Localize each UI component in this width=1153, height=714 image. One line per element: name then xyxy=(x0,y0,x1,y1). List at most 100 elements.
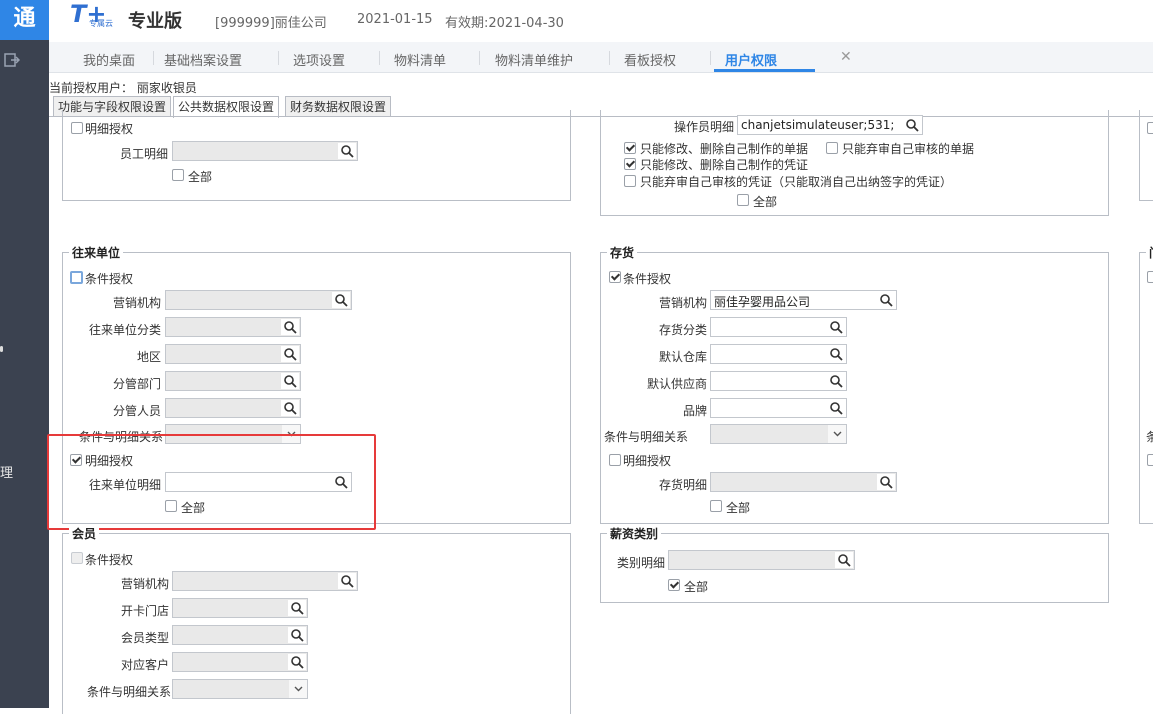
partner-class-field[interactable] xyxy=(165,317,301,337)
partner-region-label: 地区 xyxy=(136,350,161,364)
employee-detail-label: 员工明细 xyxy=(119,147,168,161)
operator-detail-value: chanjetsimulateuser;531; xyxy=(741,118,895,132)
search-icon[interactable] xyxy=(877,292,895,308)
member-card-store-field[interactable] xyxy=(172,598,308,618)
op-modify-own-docs-checkbox[interactable] xyxy=(624,142,636,154)
partner-region-field[interactable] xyxy=(165,344,301,364)
exit-icon[interactable] xyxy=(4,52,22,70)
tab-kanban-auth[interactable]: 看板授权 xyxy=(624,50,676,69)
member-sales-org-field[interactable] xyxy=(172,571,358,591)
partner-staff-field[interactable] xyxy=(165,398,301,418)
inventory-detail-auth-checkbox[interactable] xyxy=(609,454,621,466)
search-icon[interactable] xyxy=(338,573,356,589)
search-icon[interactable] xyxy=(835,552,853,568)
member-type-field[interactable] xyxy=(172,625,308,645)
operator-all-label: 全部 xyxy=(753,195,778,209)
inventory-detail-field[interactable] xyxy=(710,472,897,492)
search-icon[interactable] xyxy=(877,474,895,490)
partner-class-label: 往来单位分类 xyxy=(88,323,161,337)
search-icon[interactable] xyxy=(281,400,299,416)
app-logo[interactable]: 通 xyxy=(0,0,49,40)
tab-bom-maintenance[interactable]: 物料清单维护 xyxy=(495,50,573,69)
inventory-cond-auth-label: 条件授权 xyxy=(623,272,672,286)
member-type-label: 会员类型 xyxy=(120,631,169,645)
inventory-class-label: 存货分类 xyxy=(658,323,707,337)
op-modify-own-vouchers-checkbox[interactable] xyxy=(624,158,636,170)
partner-group-title: 往来单位 xyxy=(69,244,124,261)
salary-class-detail-label: 类别明细 xyxy=(616,556,665,570)
inventory-relation-select[interactable] xyxy=(710,424,847,444)
tab-bom[interactable]: 物料清单 xyxy=(394,50,446,69)
member-customer-field[interactable] xyxy=(172,652,308,672)
member-group-title: 会员 xyxy=(69,525,100,542)
salary-class-detail-field[interactable] xyxy=(668,550,855,570)
partner-sales-org-field[interactable] xyxy=(165,290,352,310)
member-cond-auth-checkbox[interactable] xyxy=(71,552,83,564)
operator-detail-label: 操作员明细 xyxy=(673,120,734,134)
employee-detail-auth-checkbox[interactable] xyxy=(71,122,83,134)
search-icon[interactable] xyxy=(338,143,356,159)
inventory-default-supplier-field[interactable] xyxy=(710,371,847,391)
inventory-default-wh-label: 默认仓库 xyxy=(658,350,707,364)
op-unapprove-own-docs-checkbox[interactable] xyxy=(826,142,838,154)
chevron-down-icon[interactable] xyxy=(289,680,307,698)
inventory-cond-auth-checkbox[interactable] xyxy=(609,271,621,283)
search-icon[interactable] xyxy=(332,292,350,308)
search-icon[interactable] xyxy=(281,346,299,362)
inventory-group-title: 存货 xyxy=(607,244,638,261)
tab-my-desktop[interactable]: 我的桌面 xyxy=(83,50,135,69)
tab-separator xyxy=(153,51,154,65)
tab-bar: 我的桌面 基础档案设置 选项设置 物料清单 物料清单维护 看板授权 用户权限 ✕ xyxy=(49,42,1153,73)
inventory-sales-org-field[interactable]: 丽佳孕婴用品公司 xyxy=(710,290,897,310)
tab-separator xyxy=(710,51,711,65)
tab-separator xyxy=(278,51,279,65)
employee-detail-field[interactable] xyxy=(172,141,358,161)
brand-name: 专业版 xyxy=(128,11,182,32)
operator-all-checkbox[interactable] xyxy=(737,194,749,206)
inventory-default-supplier-label: 默认供应商 xyxy=(646,377,707,391)
search-icon[interactable] xyxy=(288,627,306,643)
search-icon[interactable] xyxy=(827,319,845,335)
tab-separator xyxy=(379,51,380,65)
inventory-relation-label: 条件与明细关系 xyxy=(604,430,689,444)
search-icon[interactable] xyxy=(288,654,306,670)
search-icon[interactable] xyxy=(281,373,299,389)
highlight-annotation xyxy=(47,434,376,530)
inventory-default-wh-field[interactable] xyxy=(710,344,847,364)
active-tab-indicator xyxy=(714,69,815,72)
tab-close-icon[interactable]: ✕ xyxy=(840,49,852,65)
sidebar-item-label[interactable]: 理 xyxy=(0,462,13,481)
partner-dept-field[interactable] xyxy=(165,371,301,391)
tab-basic-archive[interactable]: 基础档案设置 xyxy=(164,50,242,69)
search-icon[interactable] xyxy=(827,400,845,416)
partner-dept-label: 分管部门 xyxy=(112,377,161,391)
right-partial-checkbox[interactable] xyxy=(1147,122,1153,134)
tab-user-permissions[interactable]: 用户权限 xyxy=(725,50,777,69)
operator-detail-field[interactable]: chanjetsimulateuser;531; xyxy=(737,115,923,135)
employee-all-checkbox[interactable] xyxy=(172,169,184,181)
right-partial-detail-checkbox[interactable] xyxy=(1147,454,1153,466)
salary-all-checkbox[interactable] xyxy=(668,579,680,591)
inventory-class-field[interactable] xyxy=(710,317,847,337)
search-icon[interactable] xyxy=(827,346,845,362)
op-modify-own-vouchers-label: 只能修改、删除自己制作的凭证 xyxy=(640,158,809,172)
chevron-down-icon[interactable] xyxy=(828,425,846,443)
member-customer-label: 对应客户 xyxy=(120,658,169,672)
search-icon[interactable] xyxy=(827,373,845,389)
inventory-all-checkbox[interactable] xyxy=(710,500,722,512)
search-icon[interactable] xyxy=(281,319,299,335)
inventory-all-label: 全部 xyxy=(726,501,751,515)
inventory-detail-auth-label: 明细授权 xyxy=(623,454,672,468)
tab-options[interactable]: 选项设置 xyxy=(293,50,345,69)
member-relation-select[interactable] xyxy=(172,679,308,699)
inventory-detail-label: 存货明细 xyxy=(658,478,707,492)
inventory-brand-field[interactable] xyxy=(710,398,847,418)
right-partial-cond-checkbox[interactable] xyxy=(1147,271,1153,283)
partner-cond-auth-checkbox[interactable] xyxy=(70,271,83,284)
search-icon[interactable] xyxy=(903,117,921,133)
login-date: 2021-01-15 xyxy=(357,12,433,27)
search-icon[interactable] xyxy=(288,600,306,616)
right-partial-title: 门 xyxy=(1146,244,1153,261)
op-unapprove-own-vouchers-checkbox[interactable] xyxy=(624,175,636,187)
salary-all-label: 全部 xyxy=(684,580,709,594)
